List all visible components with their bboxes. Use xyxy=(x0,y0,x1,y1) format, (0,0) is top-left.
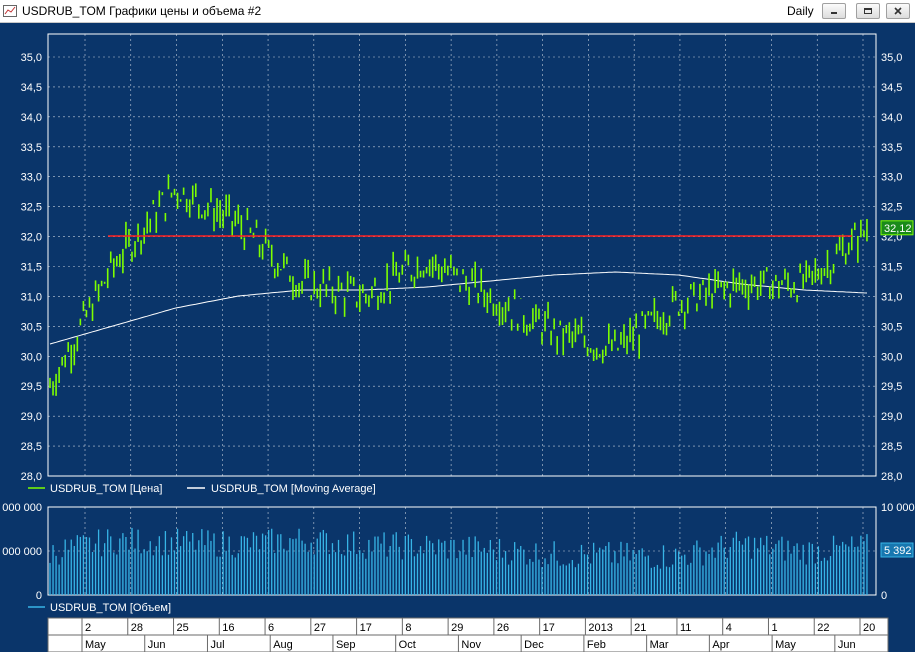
month-label: Jul xyxy=(210,639,224,651)
price-tick-label-left: 30,0 xyxy=(21,351,42,363)
price-tick-label-right: 35,0 xyxy=(881,52,902,64)
minimize-icon xyxy=(831,12,837,14)
minimize-button[interactable] xyxy=(822,3,846,19)
month-label: Sep xyxy=(336,639,356,651)
price-tick-label-right: 33,0 xyxy=(881,172,902,184)
moving-average-legend-label: USDRUB_TOM [Moving Average] xyxy=(211,483,376,495)
last-price-value: 32,12 xyxy=(884,223,912,235)
price-tick-label-right: 34,0 xyxy=(881,112,902,124)
price-tick-label-right: 28,0 xyxy=(881,471,902,483)
price-tick-label-left: 35,0 xyxy=(21,52,42,64)
volume-legend-label: USDRUB_TOM [Объем] xyxy=(50,602,171,614)
day-label: 4 xyxy=(726,622,732,634)
price-panel-frame xyxy=(47,33,877,477)
day-label: 17 xyxy=(360,622,372,634)
price-legend: USDRUB_TOM [Цена] USDRUB_TOM [Moving Aver… xyxy=(28,483,376,495)
price-tick-label-right: 32,5 xyxy=(881,202,902,214)
price-tick-label-left: 29,0 xyxy=(21,411,42,423)
price-tick-label-left: 31,5 xyxy=(21,262,42,274)
day-label: 2013 xyxy=(588,622,612,634)
window-title: USDRUB_TOM Графики цены и объема #2 xyxy=(22,4,262,18)
close-button[interactable] xyxy=(886,3,910,19)
volume-tick-label-right: 0 xyxy=(881,590,887,602)
close-icon xyxy=(894,7,902,15)
day-label: 16 xyxy=(222,622,234,634)
price-tick-label-left: 30,5 xyxy=(21,321,42,333)
month-label: Dec xyxy=(524,639,544,651)
day-label: 6 xyxy=(268,622,274,634)
day-label: 26 xyxy=(497,622,509,634)
price-tick-label-right: 29,0 xyxy=(881,411,902,423)
price-tick-label-left: 29,5 xyxy=(21,381,42,393)
price-tick-label-right: 29,5 xyxy=(881,381,902,393)
chart-area[interactable]: 35,0 35,0 34,5 34,5 34,0 34,0 33,5 33,5 33,0 33,0… xyxy=(0,23,915,652)
price-grid xyxy=(47,33,877,477)
volume-tick-label-left: 000 000 xyxy=(2,546,42,558)
day-label: 22 xyxy=(817,622,829,634)
day-label: 21 xyxy=(634,622,646,634)
day-label: 8 xyxy=(405,622,411,634)
month-label: May xyxy=(775,639,796,651)
volume-bars xyxy=(49,527,868,595)
restore-button[interactable] xyxy=(856,3,880,19)
price-tick-label-left: 34,5 xyxy=(21,82,42,94)
price-tick-label-right: 31,5 xyxy=(881,262,902,274)
price-tick-label-right: 34,5 xyxy=(881,82,902,94)
day-label: 29 xyxy=(451,622,463,634)
price-tick-label-left: 28,0 xyxy=(21,471,42,483)
time-axis: 2 28 25 16 6 27 17 8 29 26 17 2013 21 11 4 1 22 20 May Jun J… xyxy=(47,617,889,652)
month-label: Mar xyxy=(650,639,669,651)
price-tick-label-left: 31,0 xyxy=(21,291,42,303)
price-tick-label-right: 31,0 xyxy=(881,291,902,303)
price-tick-label-right: 30,5 xyxy=(881,321,902,333)
moving-average-line xyxy=(49,271,868,345)
price-tick-label-left: 32,5 xyxy=(21,202,42,214)
month-label: Feb xyxy=(587,639,606,651)
day-label: 27 xyxy=(314,622,326,634)
volume-legend: USDRUB_TOM [Объем] xyxy=(28,602,171,614)
volume-tick-label-left: 000 000 xyxy=(2,502,42,514)
day-label: 28 xyxy=(131,622,143,634)
moving-average-path xyxy=(49,271,868,345)
price-legend-label: USDRUB_TOM [Цена] xyxy=(50,483,162,495)
volume-tick-label-left: 0 xyxy=(36,590,42,602)
day-label: 1 xyxy=(771,622,777,634)
last-volume-value: 5 392 xyxy=(884,545,912,557)
month-label: Oct xyxy=(399,639,416,651)
day-label: 11 xyxy=(680,622,691,634)
month-label: May xyxy=(85,639,106,651)
day-label: 17 xyxy=(543,622,555,634)
axis-labels: 35,0 35,0 34,5 34,5 34,0 34,0 33,5 33,5 33,0 33,0… xyxy=(2,52,914,602)
day-label: 20 xyxy=(863,622,875,634)
month-label: Nov xyxy=(461,639,481,651)
window-titlebar[interactable]: USDRUB_TOM Графики цены и объема #2 Dail… xyxy=(0,0,915,23)
day-label: 25 xyxy=(177,622,189,634)
price-tick-label-right: 33,5 xyxy=(881,142,902,154)
price-tick-label-right: 28,5 xyxy=(881,441,902,453)
price-tick-label-left: 32,0 xyxy=(21,232,42,244)
price-bars xyxy=(49,174,868,396)
price-tick-label-left: 33,0 xyxy=(21,172,42,184)
price-tick-label-left: 34,0 xyxy=(21,112,42,124)
month-label: Jun xyxy=(838,639,856,651)
month-label: Aug xyxy=(273,639,293,651)
month-label: Apr xyxy=(712,639,729,651)
interval-label[interactable]: Daily xyxy=(787,4,814,18)
volume-tick-label-right: 10 000 xyxy=(881,502,915,514)
chart-window-icon xyxy=(3,5,17,17)
restore-icon xyxy=(864,8,872,14)
chart-canvas[interactable]: 35,0 35,0 34,5 34,5 34,0 34,0 33,5 33,5 33,0 33,0… xyxy=(0,23,915,652)
price-tick-label-right: 30,0 xyxy=(881,351,902,363)
month-label: Jun xyxy=(148,639,166,651)
day-label: 2 xyxy=(85,622,91,634)
price-tick-label-left: 28,5 xyxy=(21,441,42,453)
price-tick-label-left: 33,5 xyxy=(21,142,42,154)
